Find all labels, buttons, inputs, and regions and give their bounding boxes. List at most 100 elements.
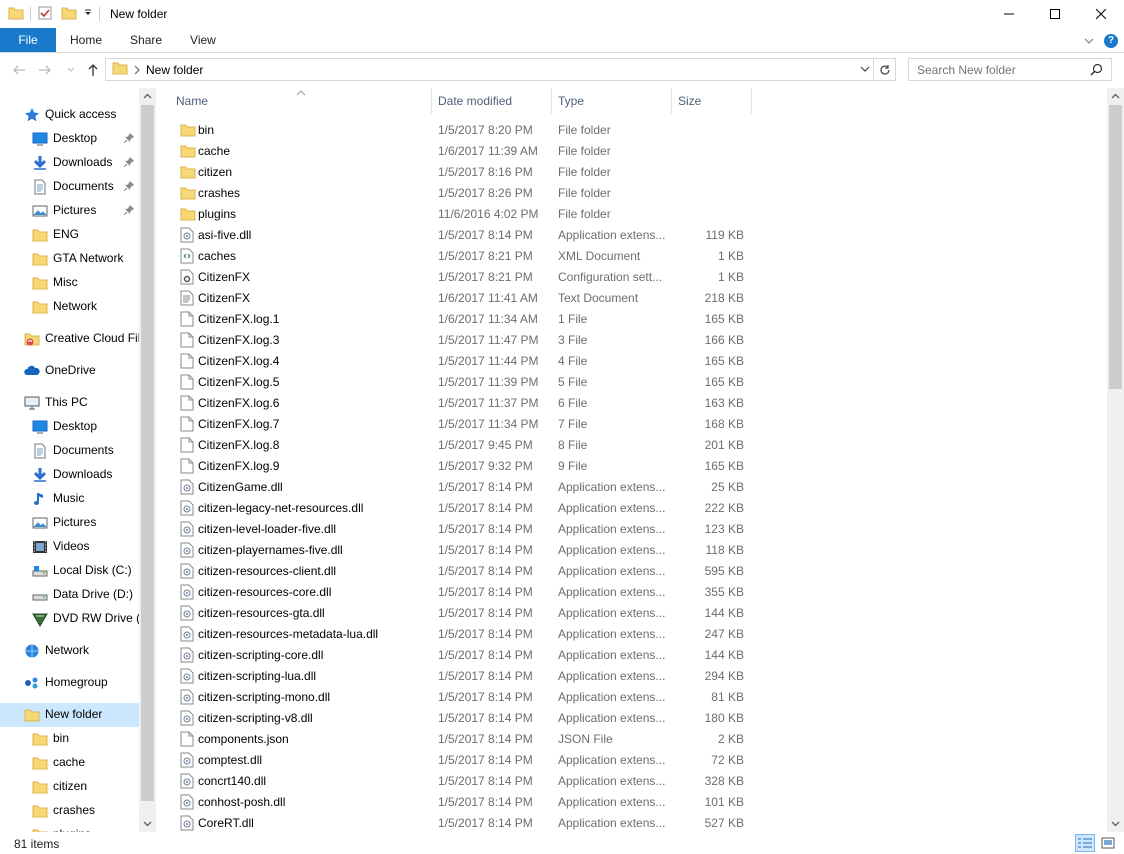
- scroll-down-icon[interactable]: [1107, 815, 1124, 832]
- file-row[interactable]: citizen 1/5/2017 8:16 PM File folder: [170, 161, 755, 182]
- tab-view[interactable]: View: [176, 28, 230, 52]
- file-row[interactable]: CitizenFX.log.3 1/5/2017 11:47 PM 3 File 16…: [170, 329, 755, 350]
- close-button[interactable]: [1078, 0, 1124, 28]
- breadcrumb-new-folder[interactable]: New folder: [146, 63, 203, 77]
- tab-file[interactable]: File: [0, 28, 56, 52]
- navigation-pane[interactable]: Quick access Desktop Downloads Documents Pic…: [0, 88, 156, 832]
- nav-item[interactable]: crashes: [0, 799, 139, 823]
- nav-item[interactable]: Pictures: [0, 199, 139, 223]
- large-icons-view-button[interactable]: [1098, 834, 1118, 852]
- pin-icon[interactable]: [123, 204, 134, 218]
- file-row[interactable]: concrt140.dll 1/5/2017 8:14 PM Application…: [170, 770, 755, 791]
- nav-item[interactable]: Misc: [0, 271, 139, 295]
- nav-item[interactable]: New folder: [0, 703, 139, 727]
- file-row[interactable]: CoreRT.dll 1/5/2017 8:14 PM Application ex…: [170, 812, 755, 833]
- nav-item[interactable]: Downloads: [0, 463, 139, 487]
- nav-item[interactable]: Desktop: [0, 415, 139, 439]
- address-bar[interactable]: New folder: [105, 58, 896, 81]
- search-input[interactable]: [917, 62, 1087, 77]
- nav-item[interactable]: OneDrive: [0, 359, 139, 383]
- column-header-size[interactable]: Size: [672, 88, 752, 114]
- nav-item[interactable]: Pictures: [0, 511, 139, 535]
- column-header-date-modified[interactable]: Date modified: [432, 88, 552, 114]
- address-history-button[interactable]: [859, 62, 871, 79]
- back-button[interactable]: [10, 61, 28, 79]
- file-row[interactable]: citizen-resources-gta.dll 1/5/2017 8:14 P…: [170, 602, 755, 623]
- nav-item[interactable]: Downloads: [0, 151, 139, 175]
- nav-item[interactable]: bin: [0, 727, 139, 751]
- file-row[interactable]: CitizenFX.log.8 1/5/2017 9:45 PM 8 File 201…: [170, 434, 755, 455]
- nav-item[interactable]: Documents: [0, 175, 139, 199]
- file-row[interactable]: cache 1/6/2017 11:39 AM File folder: [170, 140, 755, 161]
- nav-item[interactable]: Quick access: [0, 103, 139, 127]
- file-row[interactable]: CitizenFX.log.9 1/5/2017 9:32 PM 9 File 165…: [170, 455, 755, 476]
- file-row[interactable]: CitizenFX 1/6/2017 11:41 AM Text Document 2…: [170, 287, 755, 308]
- nav-item[interactable]: DVD RW Drive (E: [0, 607, 148, 631]
- scroll-up-icon[interactable]: [1107, 88, 1124, 105]
- file-row[interactable]: CitizenFX.log.4 1/5/2017 11:44 PM 4 File 16…: [170, 350, 755, 371]
- nav-item[interactable]: Music: [0, 487, 139, 511]
- nav-item[interactable]: Homegroup: [0, 671, 139, 695]
- file-row[interactable]: asi-five.dll 1/5/2017 8:14 PM Application …: [170, 224, 755, 245]
- nav-item[interactable]: Desktop: [0, 127, 139, 151]
- file-row[interactable]: citizen-resources-metadata-lua.dll 1/5/20…: [170, 623, 755, 644]
- tab-share[interactable]: Share: [116, 28, 176, 52]
- file-row[interactable]: caches 1/5/2017 8:21 PM XML Document 1 KB: [170, 245, 755, 266]
- file-row[interactable]: CitizenFX.log.7 1/5/2017 11:34 PM 7 File 16…: [170, 413, 755, 434]
- file-row[interactable]: citizen-playernames-five.dll 1/5/2017 8:1…: [170, 539, 755, 560]
- nav-item[interactable]: cache: [0, 751, 139, 775]
- forward-button[interactable]: [36, 61, 54, 79]
- file-row[interactable]: CitizenFX.log.6 1/5/2017 11:37 PM 6 File 16…: [170, 392, 755, 413]
- navigation-pane-scrollbar[interactable]: [139, 88, 156, 832]
- scroll-down-icon[interactable]: [139, 815, 156, 832]
- nav-item[interactable]: plugins: [0, 823, 139, 832]
- pin-icon[interactable]: [123, 180, 134, 194]
- search-icon[interactable]: [1090, 63, 1103, 79]
- nav-item[interactable]: Data Drive (D:): [0, 583, 139, 607]
- file-row[interactable]: crashes 1/5/2017 8:26 PM File folder: [170, 182, 755, 203]
- recent-locations-button[interactable]: [62, 61, 80, 79]
- file-row[interactable]: comptest.dll 1/5/2017 8:14 PM Application …: [170, 749, 755, 770]
- nav-item[interactable]: Creative Cloud Fil: [0, 327, 140, 351]
- file-row[interactable]: conhost-posh.dll 1/5/2017 8:14 PM Applicat…: [170, 791, 755, 812]
- file-row[interactable]: CitizenFX.log.5 1/5/2017 11:39 PM 5 File 16…: [170, 371, 755, 392]
- maximize-button[interactable]: [1032, 0, 1078, 28]
- file-row[interactable]: plugins 11/6/2016 4:02 PM File folder: [170, 203, 755, 224]
- file-row[interactable]: citizen-resources-client.dll 1/5/2017 8:1…: [170, 560, 755, 581]
- file-row[interactable]: citizen-scripting-lua.dll 1/5/2017 8:14 P…: [170, 665, 755, 686]
- nav-item[interactable]: Documents: [0, 439, 139, 463]
- nav-item[interactable]: Network: [0, 295, 139, 319]
- file-list-scrollbar[interactable]: [1107, 88, 1124, 832]
- pin-icon[interactable]: [123, 156, 134, 170]
- file-row[interactable]: components.json 1/5/2017 8:14 PM JSON File…: [170, 728, 755, 749]
- nav-item[interactable]: Network: [0, 639, 139, 663]
- up-button[interactable]: [84, 61, 102, 79]
- help-icon[interactable]: ?: [1104, 33, 1118, 48]
- file-row[interactable]: citizen-scripting-v8.dll 1/5/2017 8:14 PM…: [170, 707, 755, 728]
- file-row[interactable]: citizen-level-loader-five.dll 1/5/2017 8:…: [170, 518, 755, 539]
- nav-item[interactable]: Videos: [0, 535, 139, 559]
- tab-home[interactable]: Home: [56, 28, 116, 52]
- file-row[interactable]: citizen-scripting-mono.dll 1/5/2017 8:14 …: [170, 686, 755, 707]
- scroll-up-icon[interactable]: [139, 88, 156, 105]
- folder-icon[interactable]: [8, 6, 24, 23]
- new-folder-icon[interactable]: [61, 6, 77, 23]
- nav-item[interactable]: This PC: [0, 391, 139, 415]
- search-box[interactable]: [908, 58, 1112, 81]
- file-row[interactable]: citizen-scripting-core.dll 1/5/2017 8:14 …: [170, 644, 755, 665]
- refresh-button[interactable]: [873, 59, 895, 80]
- expand-ribbon-button[interactable]: [1084, 34, 1094, 48]
- column-header-type[interactable]: Type: [552, 88, 672, 114]
- file-row[interactable]: bin 1/5/2017 8:20 PM File folder: [170, 119, 755, 140]
- minimize-button[interactable]: [986, 0, 1032, 28]
- nav-item[interactable]: ENG: [0, 223, 139, 247]
- scrollbar-thumb[interactable]: [1109, 105, 1122, 389]
- properties-icon[interactable]: [37, 5, 53, 24]
- file-row[interactable]: CitizenGame.dll 1/5/2017 8:14 PM Applicati…: [170, 476, 755, 497]
- scrollbar-thumb[interactable]: [141, 105, 154, 801]
- breadcrumb-separator-icon[interactable]: [134, 63, 140, 77]
- file-row[interactable]: CitizenFX 1/5/2017 8:21 PM Configuration s…: [170, 266, 755, 287]
- file-row[interactable]: CitizenFX.log.1 1/6/2017 11:34 AM 1 File 16…: [170, 308, 755, 329]
- nav-item[interactable]: GTA Network: [0, 247, 139, 271]
- details-view-button[interactable]: [1075, 834, 1095, 852]
